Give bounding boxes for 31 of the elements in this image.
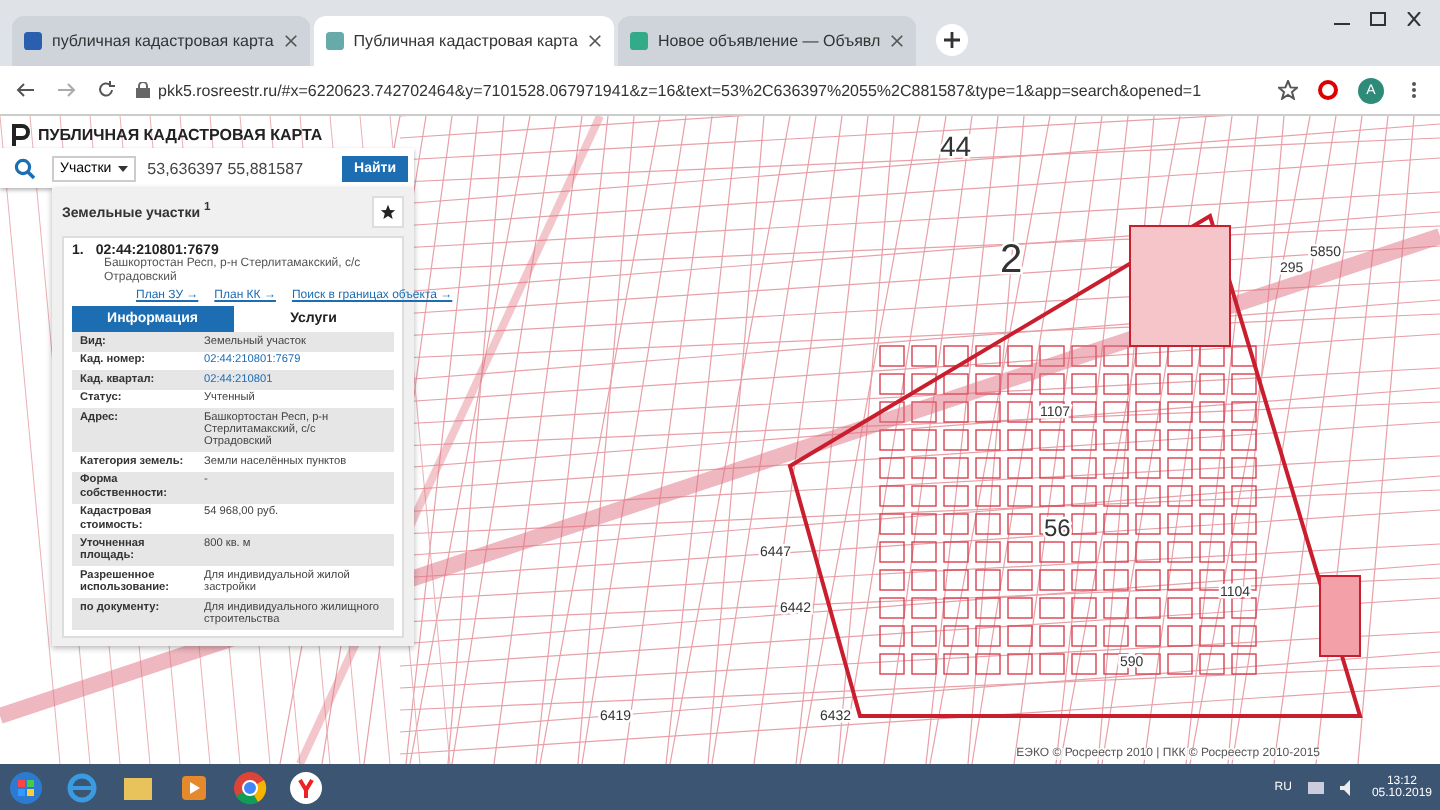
start-icon[interactable] (8, 769, 44, 805)
close-icon[interactable] (587, 34, 602, 48)
star-icon (380, 204, 396, 220)
chrome-icon[interactable] (232, 769, 268, 805)
close-icon[interactable] (890, 34, 905, 48)
map-label: 44 (940, 130, 972, 162)
address-field[interactable]: pkk5.rosreestr.ru/#x=6220623.742702464&y=7101528.067971941&z=16&text=53%2C636397%2055%2C881587&type=1&app=search&opened=1 (158, 81, 1202, 99)
close-icon[interactable] (1404, 12, 1424, 26)
opera-extension-icon[interactable] (1318, 80, 1338, 100)
page-icon (325, 32, 344, 50)
search-icon[interactable] (14, 157, 36, 179)
back-icon[interactable] (16, 80, 36, 100)
map-label: 2 (1000, 238, 1023, 282)
bookmark-star-icon[interactable] (1278, 80, 1298, 100)
plus-icon (944, 32, 961, 48)
favorite-button[interactable] (372, 196, 404, 228)
caret-icon (117, 165, 128, 171)
site-title: ПУБЛИЧНАЯ КАДАСТРОВАЯ КАРТА (38, 126, 323, 144)
reload-icon[interactable] (96, 80, 116, 100)
page-icon (24, 32, 42, 50)
lock-icon (136, 82, 150, 98)
browser-tab[interactable]: публичная кадастровая карта (12, 16, 310, 66)
browser-tab[interactable]: Новое объявление — Объявл (617, 16, 917, 66)
maximize-icon[interactable] (1368, 12, 1388, 26)
yandex-browser-icon[interactable] (288, 769, 324, 805)
browser-tab[interactable]: Публичная кадастровая карта (313, 16, 614, 66)
close-icon[interactable] (283, 34, 298, 48)
speaker-icon[interactable] (1339, 779, 1356, 795)
logo-icon (12, 124, 30, 146)
page-icon (629, 32, 648, 50)
new-tab-button[interactable] (936, 24, 969, 56)
